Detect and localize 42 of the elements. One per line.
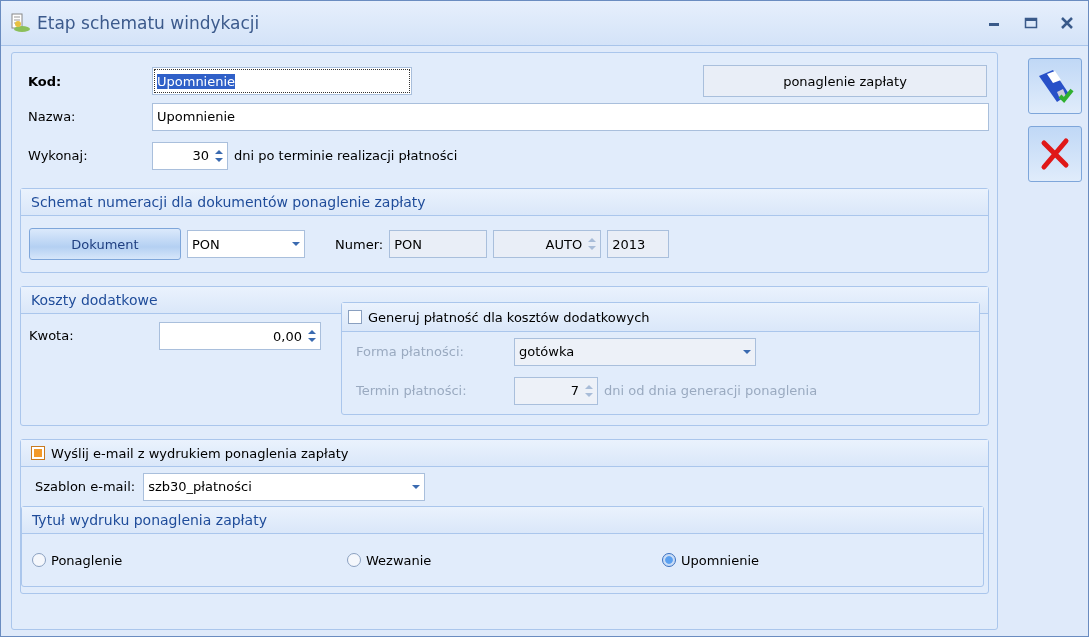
group-title: Schemat numeracji dla dokumentów ponaglenie zapłaty [31,194,426,210]
radio-label: Wezwanie [366,552,432,568]
days-suffix: dni po terminie realizacji płatności [234,148,458,163]
numer-label: Numer: [335,236,384,252]
wykonaj-label: Wykonaj: [27,148,89,163]
nazwa-label: Nazwa: [27,109,77,124]
prefix-field: PON [389,230,488,258]
kod-label: Kod: [27,73,63,89]
dokument-button[interactable]: Dokument [29,228,181,260]
window-title: Etap schematu windykacji [37,13,260,33]
radio-label: Ponaglenie [51,552,123,568]
email-template-dropdown[interactable]: szb30_płatności [143,472,426,501]
checkbox[interactable] [31,446,45,460]
payment-days-suffix: dni od dnia generacji ponaglenia [604,383,818,398]
nazwa-field[interactable]: Upomnienie [152,102,989,131]
year-field: 2013 [607,230,670,258]
group-title: Tytuł wydruku ponaglenia zapłaty [32,512,267,528]
document-type-field: ponaglenie zapłaty [703,65,987,97]
forma-label: Forma płatności: [356,344,465,359]
radio-button[interactable] [662,553,676,567]
szablon-label: Szablon e-mail: [35,479,136,494]
close-icon[interactable] [1060,16,1074,30]
series-dropdown[interactable]: PON [187,230,305,258]
checkbox[interactable] [348,310,362,324]
numbering-mode-spinner[interactable]: AUTO [493,230,602,258]
email-checkbox-label: Wyślij e-mail z wydrukiem ponaglenia zapłaty [51,445,349,461]
app-icon [9,12,31,34]
payment-days-spinner[interactable]: 7 [514,376,598,405]
save-button[interactable] [1028,58,1082,114]
radio-button[interactable] [347,553,361,567]
radio-button[interactable] [32,553,46,567]
termin-label: Termin płatności: [356,383,468,398]
group-title: Koszty dodatkowe [31,292,158,308]
cancel-button[interactable] [1028,126,1082,182]
payment-checkbox-label: Generuj płatność dla kosztów dodatkowych [368,309,650,325]
kod-field[interactable]: Upomnienie [152,67,412,95]
maximize-icon[interactable] [1024,16,1038,30]
amount-spinner[interactable]: 0,00 [159,322,321,350]
payment-form-dropdown[interactable]: gotówka [514,337,756,366]
radio-label: Upomnienie [681,552,760,568]
days-spinner[interactable]: 30 [152,141,228,170]
kwota-label: Kwota: [29,327,75,345]
